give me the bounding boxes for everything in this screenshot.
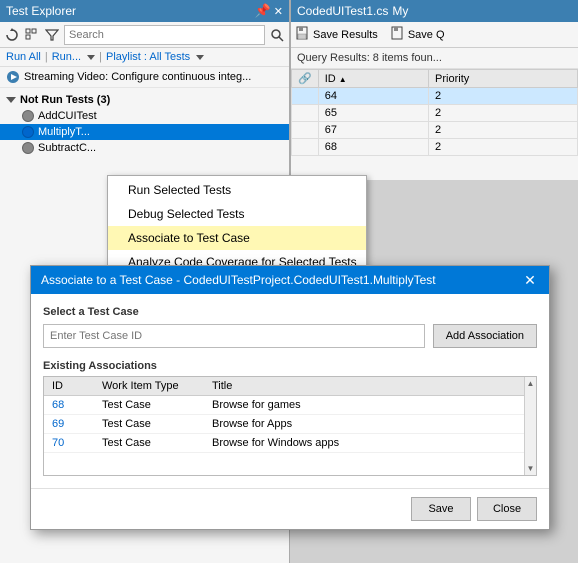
test-status-icon <box>22 142 34 154</box>
dialog-close-button[interactable]: ✕ <box>521 271 539 289</box>
row-link <box>292 105 319 122</box>
close-panel-icon[interactable]: ✕ <box>274 5 283 18</box>
table-row[interactable]: 68 2 <box>292 139 578 156</box>
streaming-icon <box>6 70 20 84</box>
assoc-type: Test Case <box>94 396 204 415</box>
dialog-body: Select a Test Case Add Association Exist… <box>31 294 549 488</box>
codedui-title: CodedUITest1.cs <box>297 4 388 18</box>
context-debug-selected[interactable]: Debug Selected Tests <box>108 202 366 226</box>
streaming-item[interactable]: Streaming Video: Configure continuous in… <box>0 67 289 88</box>
run-controls-bar: Run All | Run... | Playlist : All Tests <box>0 48 289 67</box>
row-link <box>292 139 319 156</box>
assoc-id: 68 <box>44 396 94 415</box>
test-status-icon <box>22 110 34 122</box>
assoc-type: Test Case <box>94 434 204 453</box>
test-case-id-input[interactable] <box>43 324 425 348</box>
expand-icon <box>6 97 16 103</box>
row-priority: 2 <box>429 122 578 139</box>
not-run-header[interactable]: Not Run Tests (3) <box>0 92 289 108</box>
associations-table-container: ID Work Item Type Title 68 Test Case Bro… <box>43 376 537 476</box>
test-item-addcui[interactable]: AddCUITest <box>0 108 289 124</box>
test-explorer-toolbar <box>0 22 289 48</box>
scrollbar-right[interactable]: ▲ ▼ <box>524 377 536 475</box>
playlist-dropdown[interactable]: Playlist : All Tests <box>106 51 204 63</box>
col-priority[interactable]: Priority <box>429 70 578 88</box>
row-id: 67 <box>318 122 428 139</box>
run-chevron-icon <box>87 55 95 60</box>
col-id[interactable]: ID ▲ <box>318 70 428 88</box>
test-item-subtract[interactable]: SubtractC... <box>0 140 289 156</box>
row-priority: 2 <box>429 139 578 156</box>
codedui-titlebar: CodedUITest1.cs My <box>291 0 578 22</box>
row-id: 68 <box>318 139 428 156</box>
context-associate[interactable]: Associate to Test Case <box>108 226 366 250</box>
select-test-case-label: Select a Test Case <box>43 306 537 318</box>
table-row[interactable]: 67 2 <box>292 122 578 139</box>
row-link <box>292 122 319 139</box>
test-status-icon <box>22 126 34 138</box>
associations-table: ID Work Item Type Title 68 Test Case Bro… <box>44 377 536 453</box>
sort-asc-icon: ▲ <box>339 75 347 84</box>
playlist-chevron-icon <box>196 55 204 60</box>
separator2: | <box>99 51 102 63</box>
close-button[interactable]: Close <box>477 497 537 521</box>
scroll-up-icon[interactable]: ▲ <box>525 377 537 390</box>
assoc-row[interactable]: 68 Test Case Browse for games <box>44 396 536 415</box>
row-priority: 2 <box>429 105 578 122</box>
save-results-label[interactable]: Save Results <box>313 29 378 41</box>
row-id: 65 <box>318 105 428 122</box>
save-icon[interactable] <box>295 26 309 43</box>
save-icon2[interactable] <box>390 26 404 43</box>
panel-pin-icons: 📌 ✕ <box>255 3 283 19</box>
context-run-selected[interactable]: Run Selected Tests <box>108 178 366 202</box>
dialog-title: Associate to a Test Case - CodedUITestPr… <box>41 273 436 287</box>
assoc-title: Browse for Windows apps <box>204 434 536 453</box>
filter-icon[interactable] <box>44 27 60 43</box>
assoc-title: Browse for games <box>204 396 536 415</box>
add-association-button[interactable]: Add Association <box>433 324 537 348</box>
search-icon[interactable] <box>269 27 285 43</box>
query-results-bar: Query Results: 8 items foun... <box>291 48 578 69</box>
assoc-col-title[interactable]: Title <box>204 377 536 396</box>
save-button[interactable]: Save <box>411 497 471 521</box>
assoc-title: Browse for Apps <box>204 415 536 434</box>
save-label[interactable]: Save Q <box>408 29 445 41</box>
row-link <box>292 88 319 105</box>
separator: | <box>45 51 48 63</box>
test-case-input-row: Add Association <box>43 324 537 348</box>
search-box <box>64 25 265 45</box>
results-table: 🔗 ID ▲ Priority 64 2 65 2 <box>291 69 578 156</box>
scroll-down-icon[interactable]: ▼ <box>525 462 537 475</box>
assoc-id: 69 <box>44 415 94 434</box>
pin-icon[interactable]: 📌 <box>255 3 271 19</box>
test-explorer-titlebar: Test Explorer 📌 ✕ <box>0 0 289 22</box>
codedui-toolbar: Save Results Save Q <box>291 22 578 48</box>
run-all-link[interactable]: Run All <box>6 51 41 63</box>
test-tree-view: Not Run Tests (3) AddCUITest MultiplyT..… <box>0 88 289 160</box>
test-explorer-title: Test Explorer <box>6 4 76 18</box>
group-icon[interactable] <box>24 27 40 43</box>
search-input[interactable] <box>69 29 260 41</box>
codedui-panel: CodedUITest1.cs My Save Results Save Q Q… <box>290 0 578 180</box>
table-row[interactable]: 64 2 <box>292 88 578 105</box>
dialog-footer: Save Close <box>31 488 549 529</box>
codedui-tab-suffix: My <box>392 4 408 18</box>
table-row[interactable]: 65 2 <box>292 105 578 122</box>
assoc-type: Test Case <box>94 415 204 434</box>
assoc-row[interactable]: 69 Test Case Browse for Apps <box>44 415 536 434</box>
assoc-row[interactable]: 70 Test Case Browse for Windows apps <box>44 434 536 453</box>
dialog-titlebar: Associate to a Test Case - CodedUITestPr… <box>31 266 549 294</box>
run-dropdown[interactable]: Run... <box>52 51 95 63</box>
row-id: 64 <box>318 88 428 105</box>
refresh-icon[interactable] <box>4 27 20 43</box>
col-link: 🔗 <box>292 70 319 88</box>
assoc-col-type[interactable]: Work Item Type <box>94 377 204 396</box>
assoc-col-id[interactable]: ID <box>44 377 94 396</box>
associate-dialog: Associate to a Test Case - CodedUITestPr… <box>30 265 550 530</box>
existing-associations-label: Existing Associations <box>43 360 537 372</box>
assoc-id: 70 <box>44 434 94 453</box>
test-item-multiply[interactable]: MultiplyT... <box>0 124 289 140</box>
row-priority: 2 <box>429 88 578 105</box>
